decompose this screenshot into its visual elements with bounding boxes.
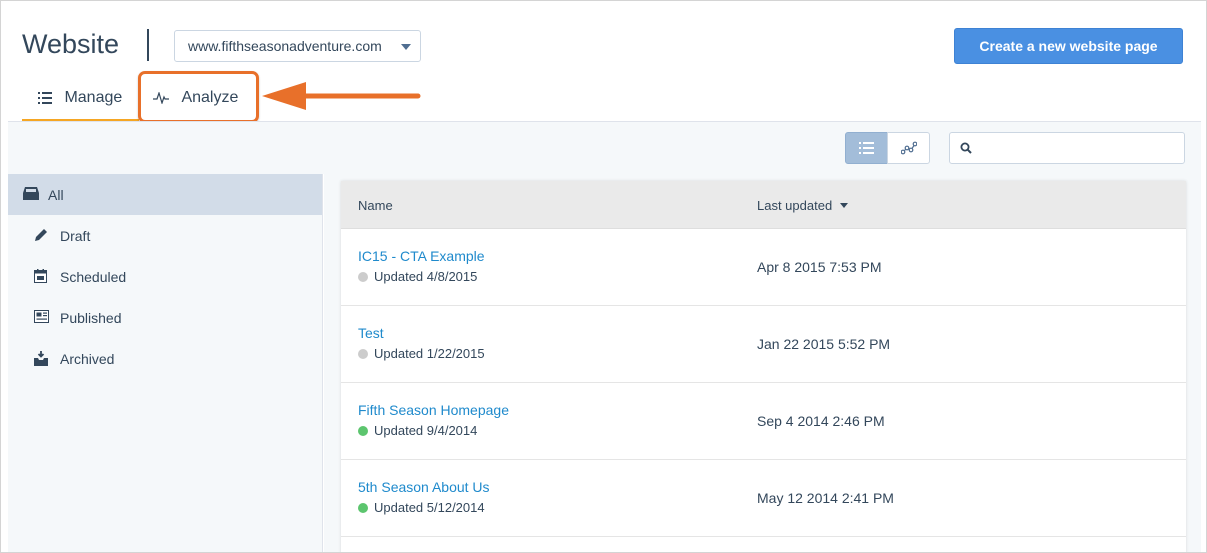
callout-highlight-box <box>138 71 259 123</box>
create-page-button[interactable]: Create a new website page <box>954 28 1183 64</box>
search-box[interactable] <box>949 132 1185 164</box>
sidebar-item-label: Draft <box>60 228 91 244</box>
list-view-button[interactable] <box>845 132 888 164</box>
status-dot <box>358 503 368 513</box>
status-dot <box>358 272 368 282</box>
column-header-last-updated[interactable]: Last updated <box>757 198 849 213</box>
page-name-link[interactable]: Fifth Season Homepage <box>358 402 509 418</box>
sidebar-item-archived[interactable]: Archived <box>8 338 322 379</box>
status-text: Updated 9/4/2014 <box>374 423 478 438</box>
callout-arrow-icon <box>262 82 421 110</box>
status-dot <box>358 349 368 359</box>
sidebar-item-label: Archived <box>60 351 115 367</box>
page-status: Updated 5/12/2014 <box>358 500 485 515</box>
domain-select[interactable]: www.fifthseasonadventure.com <box>174 30 421 62</box>
table-row: Test Updated 1/22/2015 Jan 22 2015 5:52 … <box>341 306 1186 383</box>
page-status: Updated 9/4/2014 <box>358 423 477 438</box>
table-row: IC15 - CTA Example Updated 4/8/2015 Apr … <box>341 229 1186 306</box>
status-text: Updated 4/8/2015 <box>374 269 478 284</box>
page-title: Website <box>22 29 120 59</box>
list-view-icon <box>859 142 874 154</box>
sidebar-item-label: Scheduled <box>60 269 127 285</box>
page-name-link[interactable]: IC15 - CTA Example <box>358 248 485 264</box>
sidebar-item-all[interactable]: All <box>8 174 322 215</box>
page-name-link[interactable]: 5th Season About Us <box>358 479 490 495</box>
search-input[interactable] <box>978 134 1178 162</box>
page-last-updated: Jan 22 2015 5:52 PM <box>757 336 891 352</box>
chevron-down-icon <box>401 44 411 50</box>
domain-select-value: www.fifthseasonadventure.com <box>188 38 382 54</box>
status-text: Updated 1/22/2015 <box>374 346 485 361</box>
archive-box-icon <box>34 351 48 366</box>
sidebar-item-scheduled[interactable]: Scheduled <box>8 256 322 297</box>
page-last-updated: Apr 8 2015 7:53 PM <box>757 259 882 275</box>
column-header-label: Last updated <box>757 198 833 213</box>
pencil-icon <box>35 229 47 241</box>
sort-desc-icon <box>840 203 849 208</box>
graph-view-button[interactable] <box>887 132 930 164</box>
table-row: Fifth Season Homepage Updated 9/4/2014 S… <box>341 383 1186 460</box>
tab-manage[interactable]: Manage <box>22 81 139 121</box>
sidebar-item-label: All <box>48 187 64 203</box>
newspaper-icon <box>34 310 49 323</box>
title-divider <box>147 29 149 61</box>
search-icon <box>960 142 972 154</box>
sidebar-item-published[interactable]: Published <box>8 297 322 338</box>
pages-table: Name Last updated IC15 - CTA Example Upd… <box>341 181 1186 552</box>
app-window: Website www.fifthseasonadventure.com Cre… <box>0 0 1207 553</box>
page-status: Updated 1/22/2015 <box>358 346 485 361</box>
page-last-updated: May 12 2014 2:41 PM <box>757 490 894 506</box>
column-header-name[interactable]: Name <box>358 198 393 213</box>
table-row: 5th Season About Us Updated 5/12/2014 Ma… <box>341 460 1186 537</box>
page-status: Updated 4/8/2015 <box>358 269 477 284</box>
page-name-link[interactable]: Test <box>358 325 384 341</box>
graph-view-icon <box>901 141 917 155</box>
tab-manage-label: Manage <box>64 89 123 106</box>
status-dot <box>358 426 368 436</box>
table-header: Name Last updated <box>341 181 1186 229</box>
sidebar-item-label: Published <box>60 310 122 326</box>
sidebar: All Draft Scheduled Published Archived <box>8 174 323 552</box>
calendar-icon <box>34 269 47 283</box>
inbox-icon <box>23 187 39 200</box>
page-last-updated: Sep 4 2014 2:46 PM <box>757 413 885 429</box>
sidebar-item-draft[interactable]: Draft <box>8 215 322 256</box>
status-text: Updated 5/12/2014 <box>374 500 485 515</box>
list-icon <box>38 92 52 104</box>
